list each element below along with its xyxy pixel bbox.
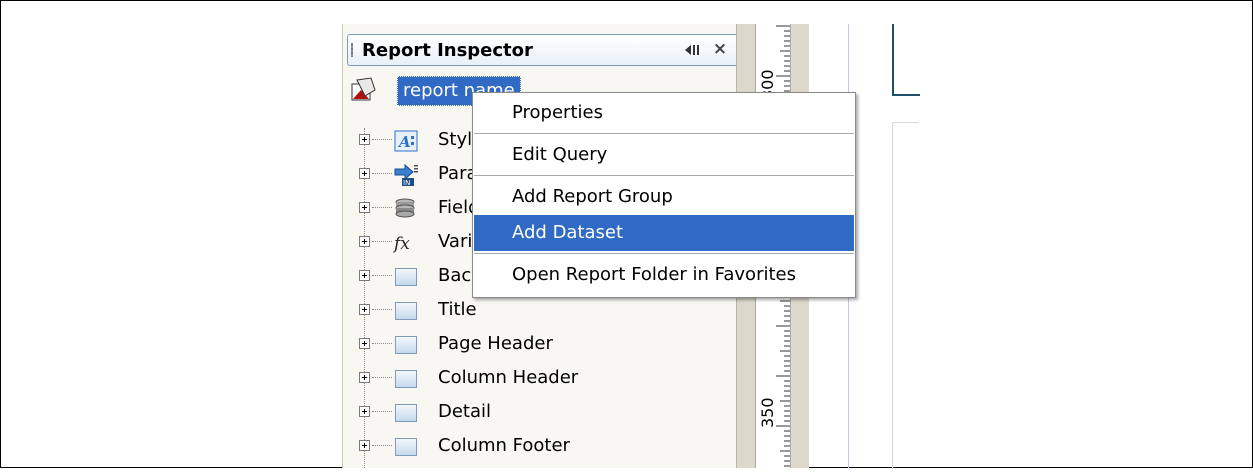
tree-node-page-header[interactable]: Page Header (343, 328, 737, 362)
expand-icon[interactable] (359, 134, 370, 145)
ruler-label: 350 (758, 397, 777, 428)
report-band-outline (892, 24, 920, 96)
menu-item-open-report-folder[interactable]: Open Report Folder in Favorites (474, 257, 854, 293)
panel-header[interactable]: Report Inspector × (347, 34, 737, 66)
expand-icon[interactable] (359, 440, 370, 451)
fields-icon (393, 197, 419, 221)
tree-connector (372, 275, 392, 276)
tree-connector (372, 173, 392, 174)
close-panel-icon[interactable]: × (710, 39, 730, 59)
tree-connector (372, 445, 392, 446)
tree-connector (372, 343, 392, 344)
expand-icon[interactable] (359, 406, 370, 417)
expand-icon[interactable] (359, 270, 370, 281)
band-icon (395, 370, 417, 388)
band-icon (395, 302, 417, 320)
report-icon (351, 76, 377, 101)
variables-icon: fx (392, 231, 419, 255)
tree-connector (372, 241, 392, 242)
expand-icon[interactable] (359, 202, 370, 213)
svg-text:IN: IN (403, 179, 410, 187)
tree-node-detail[interactable]: Detail (343, 396, 737, 430)
tree-node-column-footer[interactable]: Column Footer (343, 430, 737, 464)
tree-connector (372, 207, 392, 208)
menu-separator (474, 175, 854, 176)
band-icon (395, 404, 417, 422)
menu-item-add-report-group[interactable]: Add Report Group (474, 179, 854, 215)
report-design-area[interactable] (892, 122, 919, 469)
tree-node-label: Detail (438, 401, 492, 422)
tree-connector (372, 309, 392, 310)
expand-icon[interactable] (359, 236, 370, 247)
tree-connector (372, 411, 392, 412)
svg-text:A: A (397, 133, 411, 151)
svg-text:fx: fx (393, 234, 410, 254)
tree-node-label: Page Header (438, 333, 553, 354)
tree-node-label: Column Header (438, 367, 579, 388)
tree-node-label: Title (438, 299, 477, 320)
band-icon (395, 438, 417, 456)
tree-node-column-header[interactable]: Column Header (343, 362, 737, 396)
tree-node-title[interactable]: Title (343, 294, 737, 328)
tree-node-label: Column Footer (438, 435, 570, 456)
menu-separator (474, 253, 854, 254)
band-icon (395, 336, 417, 354)
menu-item-properties[interactable]: Properties (474, 95, 854, 131)
expand-icon[interactable] (359, 304, 370, 315)
expand-icon[interactable] (359, 372, 370, 383)
menu-separator (474, 133, 854, 134)
band-icon (395, 268, 417, 286)
menu-item-edit-query[interactable]: Edit Query (474, 137, 854, 173)
drag-grip-icon[interactable] (351, 43, 353, 57)
tree-connector (372, 139, 392, 140)
panel-title: Report Inspector (362, 40, 533, 61)
menu-item-add-dataset[interactable]: Add Dataset (474, 215, 854, 251)
expand-icon[interactable] (359, 168, 370, 179)
parameters-icon: IN (393, 163, 419, 187)
styles-icon: A (393, 129, 419, 153)
minimize-panel-icon[interactable] (682, 41, 704, 59)
context-menu: Properties Edit Query Add Report Group A… (472, 92, 856, 298)
expand-icon[interactable] (359, 338, 370, 349)
tree-connector (372, 377, 392, 378)
